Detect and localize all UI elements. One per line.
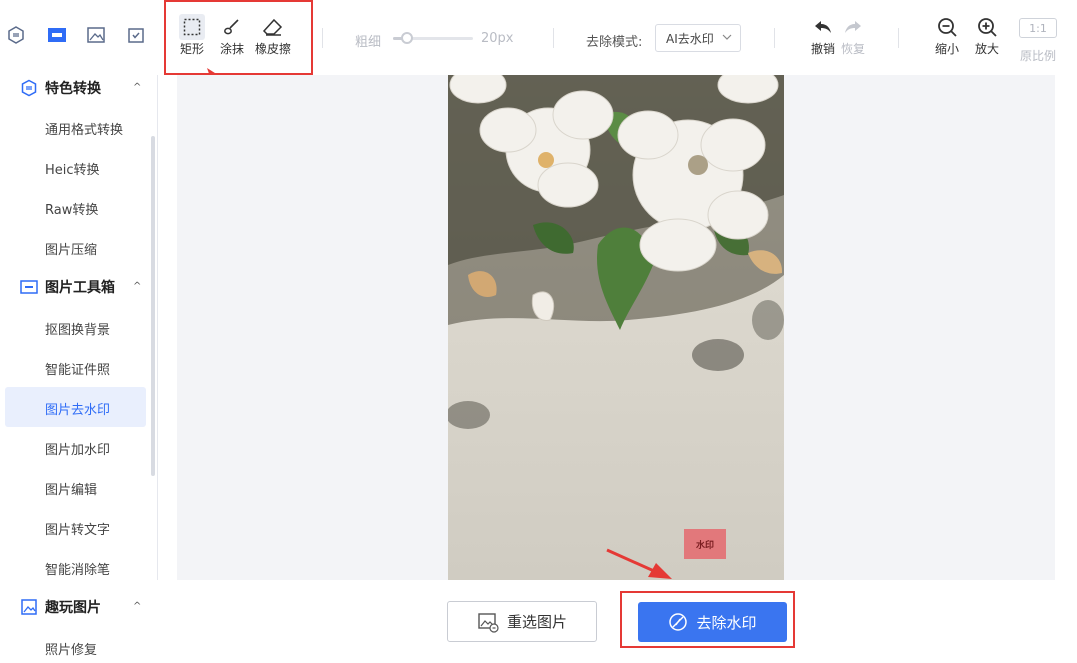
source-photo[interactable] bbox=[448, 75, 784, 580]
zoom-in-icon bbox=[974, 14, 1000, 40]
sidebar-item[interactable]: 通用格式转换 bbox=[45, 119, 123, 138]
sidebar-section-image-toolbox[interactable]: 图片工具箱 bbox=[20, 277, 115, 297]
toolbar-divider bbox=[774, 28, 775, 48]
sidebar-item[interactable]: Heic转换 bbox=[45, 159, 100, 178]
check-image-icon[interactable] bbox=[125, 24, 147, 46]
sidebar-section-fun-images[interactable]: 趣玩图片 bbox=[20, 597, 101, 617]
zoom-in-label: 放大 bbox=[974, 42, 999, 56]
sidebar: 特色转换 ^ 通用格式转换 Heic转换 Raw转换 图片压缩 图片工具箱 ^ … bbox=[0, 70, 158, 663]
reselect-image-label: 重选图片 bbox=[506, 613, 567, 631]
remove-watermark-button[interactable]: 去除水印 bbox=[638, 602, 787, 642]
convert-icon[interactable] bbox=[5, 24, 27, 46]
sidebar-section-label: 特色转换 bbox=[45, 81, 101, 97]
annotation-arrow bbox=[606, 548, 672, 579]
undo-button[interactable]: 撤销 bbox=[810, 14, 836, 57]
undo-label: 撤销 bbox=[810, 42, 835, 56]
image-icon bbox=[20, 598, 38, 616]
tool-label: 涂抹 bbox=[219, 42, 244, 56]
sidebar-section-label: 图片工具箱 bbox=[45, 280, 115, 296]
chevron-up-icon[interactable]: ^ bbox=[133, 601, 141, 612]
thickness-slider[interactable] bbox=[393, 30, 473, 46]
image-icon[interactable] bbox=[85, 24, 107, 46]
mode-label: 去除模式: bbox=[586, 35, 643, 50]
watermark-mark[interactable]: 水印 bbox=[684, 529, 726, 559]
sidebar-item[interactable]: 抠图换背景 bbox=[45, 319, 110, 338]
tool-eraser[interactable]: 橡皮擦 bbox=[255, 14, 291, 57]
undo-icon bbox=[810, 14, 836, 40]
redo-label: 恢复 bbox=[840, 42, 865, 56]
sidebar-item[interactable]: 图片压缩 bbox=[45, 239, 97, 258]
tool-rectangle[interactable]: 矩形 bbox=[179, 14, 205, 57]
toolbar-divider bbox=[898, 28, 899, 48]
action-bar bbox=[157, 580, 1077, 663]
sidebar-item[interactable]: 智能证件照 bbox=[45, 359, 110, 378]
sidebar-item-watermark-removal[interactable]: 图片去水印 bbox=[45, 399, 110, 418]
original-ratio-label[interactable]: 原比例 bbox=[1020, 47, 1056, 64]
redo-button[interactable]: 恢复 bbox=[840, 14, 866, 57]
zoom-out-label: 缩小 bbox=[934, 42, 959, 56]
thickness-label: 粗细 bbox=[355, 35, 382, 50]
sidebar-top-icons bbox=[0, 0, 157, 70]
tool-brush[interactable]: 涂抹 bbox=[219, 14, 245, 57]
zoom-in-button[interactable]: 放大 bbox=[974, 14, 1000, 57]
no-watermark-icon bbox=[668, 612, 688, 632]
eraser-icon bbox=[260, 14, 286, 40]
sidebar-item[interactable]: Raw转换 bbox=[45, 199, 98, 218]
toolbox-icon[interactable] bbox=[46, 24, 68, 46]
original-ratio-badge[interactable]: 1:1 bbox=[1019, 18, 1057, 38]
sidebar-item[interactable]: 照片修复 bbox=[45, 639, 97, 658]
tool-label: 橡皮擦 bbox=[255, 42, 292, 56]
toolbar-divider bbox=[322, 28, 323, 48]
chevron-up-icon[interactable]: ^ bbox=[133, 82, 141, 93]
convert-icon bbox=[20, 79, 38, 97]
mode-select[interactable]: AI去水印 bbox=[655, 24, 741, 52]
chevron-down-icon bbox=[722, 31, 732, 46]
slider-thumb[interactable] bbox=[401, 32, 413, 44]
sidebar-section-special-convert[interactable]: 特色转换 bbox=[20, 78, 101, 98]
reselect-image-icon bbox=[477, 611, 499, 633]
sidebar-scrollbar[interactable] bbox=[151, 136, 155, 476]
zoom-out-icon bbox=[934, 14, 960, 40]
thickness-value: 20px bbox=[481, 31, 514, 46]
reselect-image-button[interactable]: 重选图片 bbox=[447, 601, 597, 642]
tool-label: 矩形 bbox=[179, 42, 204, 56]
rectangle-select-icon bbox=[179, 14, 205, 40]
mode-select-value: AI去水印 bbox=[666, 31, 714, 46]
sidebar-section-label: 趣玩图片 bbox=[45, 600, 101, 616]
remove-watermark-label: 去除水印 bbox=[696, 613, 757, 632]
redo-icon bbox=[840, 14, 866, 40]
sidebar-item[interactable]: 图片加水印 bbox=[45, 439, 110, 458]
toolbar-divider bbox=[553, 28, 554, 48]
sidebar-item[interactable]: 智能消除笔 bbox=[45, 559, 110, 578]
zoom-out-button[interactable]: 缩小 bbox=[934, 14, 960, 57]
toolbox-icon bbox=[20, 278, 38, 296]
sidebar-item[interactable]: 图片编辑 bbox=[45, 479, 97, 498]
chevron-up-icon[interactable]: ^ bbox=[133, 281, 141, 292]
sidebar-item[interactable]: 图片转文字 bbox=[45, 519, 110, 538]
brush-icon bbox=[219, 14, 245, 40]
photo-illustration bbox=[448, 75, 784, 429]
